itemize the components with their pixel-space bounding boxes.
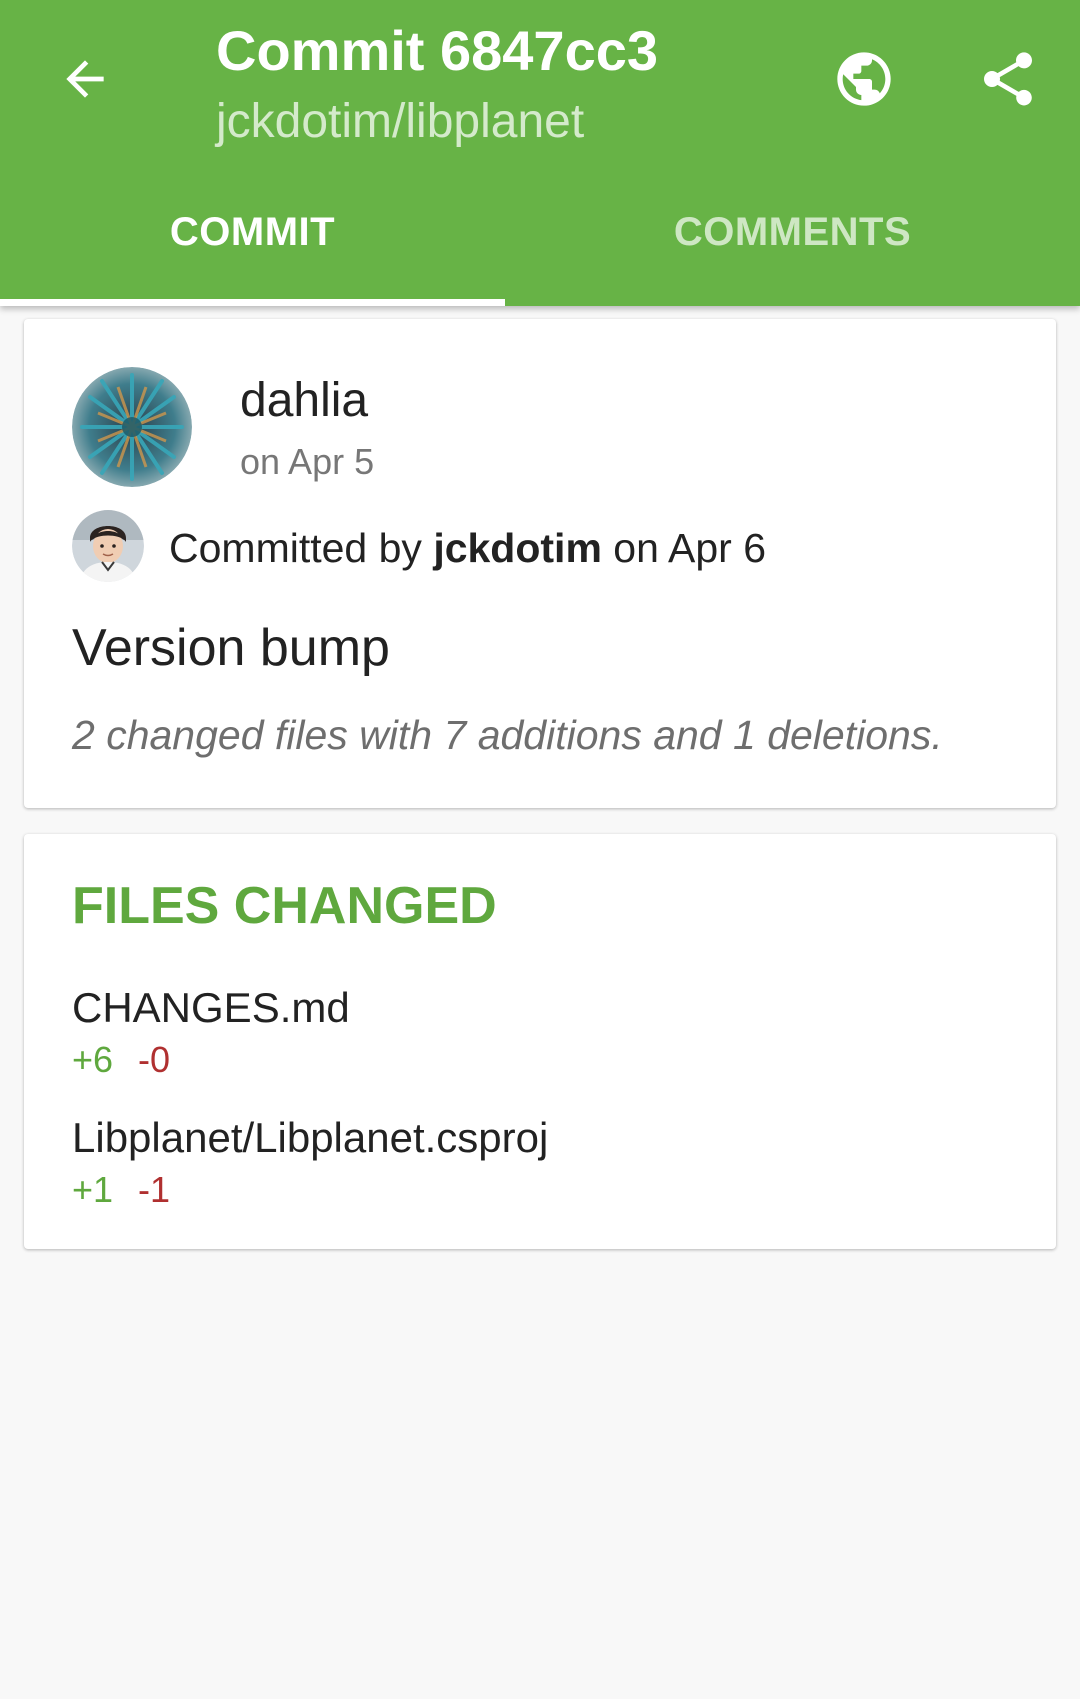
arrow-left-icon	[66, 60, 104, 98]
committed-by-line: Committed by jckdotim on Apr 6	[169, 522, 766, 574]
file-additions: +6	[72, 1039, 114, 1080]
author-name[interactable]: dahlia	[240, 371, 368, 431]
globe-icon	[837, 52, 891, 106]
selected-tab-indicator	[0, 299, 505, 306]
back-button[interactable]	[35, 29, 135, 129]
commit-card: dahlia on Apr 5 Committed by jckdotim on…	[24, 319, 1056, 808]
file-list-item[interactable]: Libplanet/Libplanet.csproj +1 -1	[24, 1112, 1056, 1240]
file-additions: +1	[72, 1169, 114, 1210]
tab-comments[interactable]: COMMENTS	[540, 196, 1045, 306]
file-name: CHANGES.md	[72, 984, 350, 1031]
committer-avatar-image	[72, 510, 144, 582]
file-deletions: -1	[138, 1169, 171, 1210]
app-bar: Commit 6847cc3 jckdotim/libplanet COMMIT…	[0, 0, 1080, 306]
file-name: Libplanet/Libplanet.csproj	[72, 1114, 549, 1161]
files-changed-card: FILES CHANGED CHANGES.md +6 -0 Libplanet…	[24, 834, 1056, 1249]
commit-stats: 2 changed files with 7 additions and 1 d…	[72, 712, 943, 758]
committer-name[interactable]: jckdotim	[433, 525, 602, 571]
files-changed-heading: FILES CHANGED	[72, 877, 497, 935]
share-icon	[984, 52, 1032, 106]
repository-name[interactable]: jckdotim/libplanet	[216, 88, 584, 156]
share-button[interactable]	[958, 29, 1058, 129]
commit-message: Version bump	[72, 619, 390, 677]
tab-commit[interactable]: COMMIT	[0, 196, 505, 306]
committed-prefix: Committed by	[169, 525, 434, 571]
page-title: Commit 6847cc3	[216, 19, 659, 82]
committed-date: on Apr 6	[601, 525, 767, 571]
author-date: on Apr 5	[240, 441, 375, 482]
author-avatar[interactable]	[72, 367, 192, 487]
open-in-browser-button[interactable]	[814, 29, 914, 129]
author-avatar-image	[72, 367, 192, 487]
committer-avatar[interactable]	[72, 510, 144, 582]
file-deletions: -0	[138, 1039, 171, 1080]
file-list-item[interactable]: CHANGES.md +6 -0	[24, 982, 1056, 1110]
